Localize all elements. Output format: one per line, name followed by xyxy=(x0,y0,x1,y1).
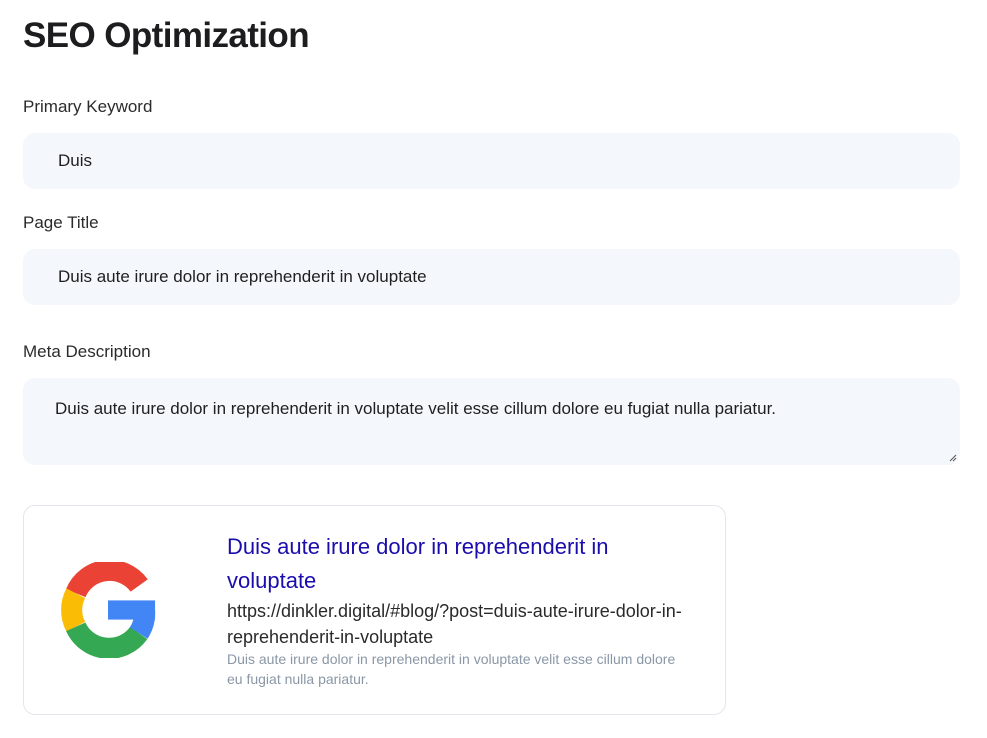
page-title: SEO Optimization xyxy=(23,16,310,55)
seo-optimization-panel: SEO Optimization Primary Keyword Page Ti… xyxy=(0,0,987,738)
meta-description-label: Meta Description xyxy=(23,342,151,361)
primary-keyword-field xyxy=(23,133,960,189)
meta-description-field: Duis aute irure dolor in reprehenderit i… xyxy=(23,378,960,465)
google-logo-icon xyxy=(61,562,156,658)
meta-description-textarea[interactable]: Duis aute irure dolor in reprehenderit i… xyxy=(23,378,960,465)
page-title-input[interactable] xyxy=(23,249,960,305)
primary-keyword-input[interactable] xyxy=(23,133,960,189)
search-preview-card: Duis aute irure dolor in reprehenderit i… xyxy=(23,505,726,715)
resize-handle-icon[interactable] xyxy=(949,454,957,462)
preview-title-link[interactable]: Duis aute irure dolor in reprehenderit i… xyxy=(227,530,667,598)
page-title-field xyxy=(23,249,960,305)
preview-url: https://dinkler.digital/#blog/?post=duis… xyxy=(227,601,682,647)
page-title-label: Page Title xyxy=(23,213,99,232)
preview-description: Duis aute irure dolor in reprehenderit i… xyxy=(227,651,676,687)
primary-keyword-label: Primary Keyword xyxy=(23,97,153,116)
